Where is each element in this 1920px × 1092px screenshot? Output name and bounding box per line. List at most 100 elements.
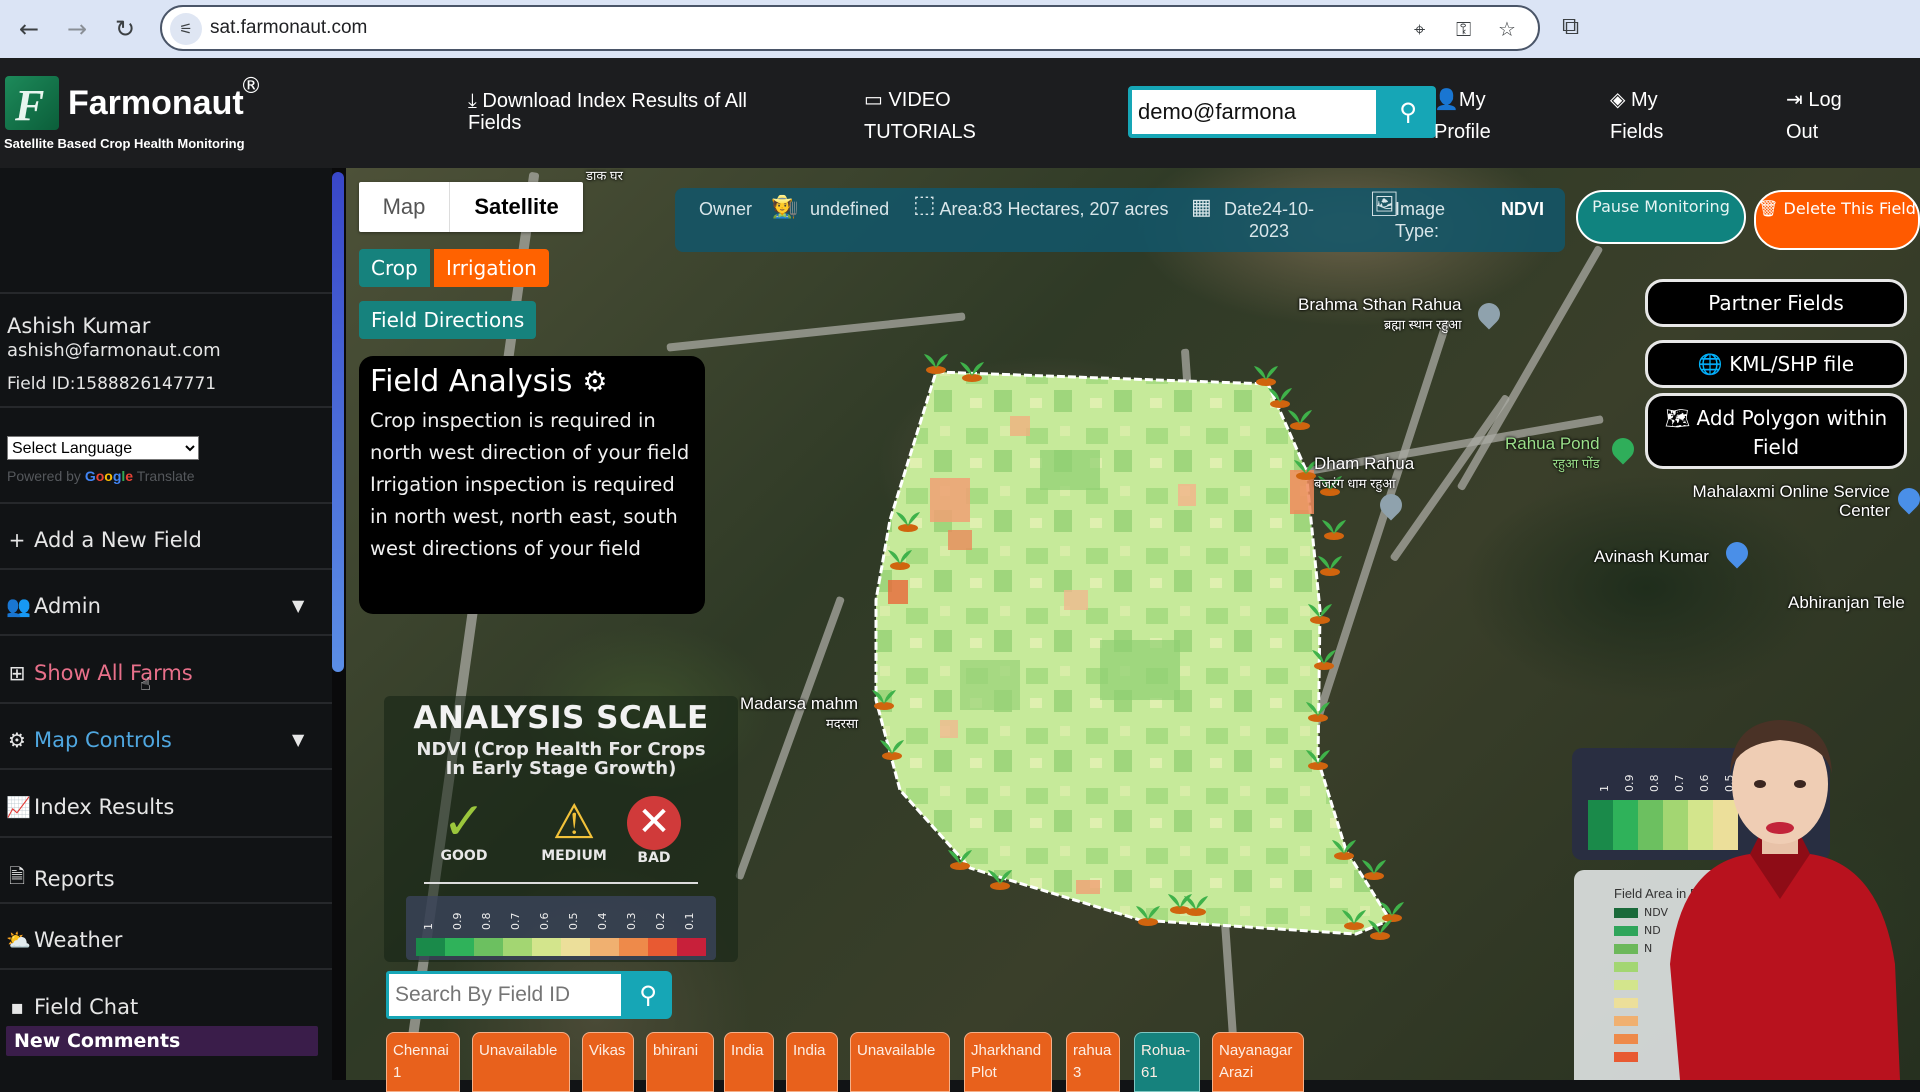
owner-label: Owner (699, 199, 753, 219)
delete-field-button[interactable]: 🗑 Delete This Field (1754, 190, 1920, 250)
seedling-marker-icon (1288, 410, 1312, 430)
owner-value: undefined (810, 199, 890, 219)
inset-color-swatch (1588, 800, 1613, 850)
field-tab[interactable]: Nayanagar Arazi (1212, 1032, 1304, 1092)
inset-tick-label: 0.9 (1623, 774, 1636, 793)
field-tab[interactable]: rahua 3 (1066, 1032, 1120, 1092)
map-label-mahalaxmi[interactable]: Mahalaxmi Online Service Center (1660, 482, 1890, 520)
add-polygon-button[interactable]: 🗺 Add Polygon within Field (1645, 393, 1907, 469)
map-type-satellite-button[interactable]: Satellite (449, 182, 583, 232)
legend-swatch (1614, 1016, 1638, 1026)
scale-color-swatch (561, 938, 590, 956)
field-tab[interactable]: Chennai 1 (386, 1032, 460, 1092)
field-tab[interactable]: bhirani (646, 1032, 714, 1092)
farmer-avatar-icon: 🧑‍🌾 (771, 194, 799, 219)
map-label-rahua-pond[interactable]: Rahua Pond रहुआ पोंड (1505, 434, 1600, 472)
scale-color-swatch (445, 938, 474, 956)
legend-swatch (1614, 1052, 1638, 1062)
crop-tab[interactable]: Crop (359, 249, 430, 287)
field-tab[interactable]: India (724, 1032, 774, 1092)
field-id-search-input[interactable] (389, 974, 621, 1016)
field-info-bar: Owner 🧑‍🌾 undefined ⬚ Area:83 Hectares, … (675, 188, 1565, 252)
map-type-toggle: Map Satellite (359, 182, 583, 232)
rating-medium: ⚠ MEDIUM (534, 796, 614, 864)
image-type-value[interactable]: NDVI (1501, 198, 1544, 220)
analysis-scale-panel: ANALYSIS SCALE NDVI (Crop Health For Cro… (384, 696, 738, 962)
close-x-icon: ✕ (627, 796, 681, 850)
analysis-scale-subtitle: In Early Stage Growth) (445, 758, 677, 779)
field-tab[interactable]: Jharkhand Plot (964, 1032, 1052, 1092)
image-type-label: Image Type: (1395, 199, 1446, 241)
field-id-search-button[interactable]: ⚲ (624, 971, 672, 1019)
image-date: Date24-10-2023 (1223, 199, 1315, 241)
map-label-brahma-sthan[interactable]: Brahma Sthan Rahua ब्रह्मा स्थान रहुआ (1298, 295, 1462, 333)
legend-swatch (1614, 944, 1638, 954)
legend-swatch (1614, 926, 1638, 936)
analysis-scale-subtitle: NDVI (Crop Health For Crops (416, 739, 706, 760)
inset-color-swatch (1613, 800, 1638, 850)
map-label-abhiranjan[interactable]: Abhiranjan Tele (1788, 593, 1905, 613)
irrigation-tab[interactable]: Irrigation (434, 249, 549, 287)
map-label-avinash-kumar[interactable]: Avinash Kumar (1594, 547, 1709, 567)
seedling-marker-icon (1318, 556, 1342, 576)
scale-tick-label: 0.7 (509, 912, 522, 931)
scale-color-swatch (503, 938, 532, 956)
partner-fields-button[interactable]: Partner Fields (1645, 279, 1907, 327)
globe-icon: 🌐 (1697, 352, 1730, 376)
map-label-post-office[interactable]: डाक घर (586, 166, 623, 184)
trash-icon: 🗑 (1758, 199, 1784, 218)
scale-range-line (424, 882, 698, 884)
checkmark-icon: ✓ (442, 792, 486, 852)
irrigation-inspection-text: Irrigation inspection is required in nor… (370, 473, 678, 560)
field-id-search-box[interactable] (386, 971, 624, 1019)
field-tab[interactable]: Unavailable (850, 1032, 950, 1092)
scale-tick-label: 0.6 (538, 912, 551, 931)
field-tab[interactable]: Vikas (582, 1032, 634, 1092)
field-area: Area:83 Hectares, 207 acres (939, 199, 1169, 219)
ndvi-color-scale: 1 0.9 0.8 0.7 0.6 0.5 0.4 0.3 0.2 0.1 (406, 896, 716, 960)
field-directions-button[interactable]: Field Directions (359, 301, 537, 339)
scale-color-swatch (590, 938, 619, 956)
field-analysis-panel: Field Analysis ⚙ Crop inspection is requ… (359, 356, 705, 614)
map-pin-icon: 🗺 (1664, 406, 1697, 430)
field-tab[interactable]: Unavailable (472, 1032, 570, 1092)
legend-swatch (1614, 962, 1638, 972)
legend-swatch (1614, 980, 1638, 990)
presenter-video-avatar[interactable] (1640, 714, 1920, 1080)
scale-tick-label: 0.5 (567, 912, 580, 931)
field-tab[interactable]: Rohua- 61 (1134, 1032, 1200, 1092)
field-tab[interactable]: India (786, 1032, 838, 1092)
seedling-marker-icon (924, 354, 948, 374)
map-label-dham-rahua[interactable]: Dham Rahua बजरंग धाम रहुआ (1314, 454, 1414, 492)
calendar-icon: ▦ (1191, 194, 1212, 219)
map-type-map-button[interactable]: Map (359, 182, 449, 232)
scale-tick-label: 1 (422, 923, 435, 930)
rating-bad: ✕ BAD (614, 796, 694, 866)
inset-tick-label: 1 (1598, 785, 1611, 792)
field-analysis-title: Field Analysis ⚙ (370, 364, 608, 399)
map-label-madarsa[interactable]: Madarsa mahm मदरसा (740, 694, 858, 732)
area-bounds-icon: ⬚ (913, 191, 936, 218)
search-icon: ⚲ (639, 981, 657, 1009)
satellite-analysis-icon: ⚙ (582, 365, 608, 398)
scale-tick-label: 0.8 (480, 912, 493, 931)
legend-swatch (1614, 998, 1638, 1008)
scale-tick-label: 0.3 (625, 912, 638, 931)
scale-tick-label: 0.1 (683, 912, 696, 931)
seedling-marker-icon (1322, 520, 1346, 540)
crop-inspection-text: Crop inspection is required in north wes… (370, 409, 690, 464)
scale-color-swatch (619, 938, 648, 956)
scale-tick-label: 0.4 (596, 912, 609, 931)
pause-monitoring-button[interactable]: Pause Monitoring (1576, 190, 1746, 244)
scale-color-swatch (416, 938, 445, 956)
seedling-marker-icon (1362, 860, 1386, 880)
scale-color-swatch (677, 938, 706, 956)
kml-shp-file-button[interactable]: 🌐 KML/SHP file (1645, 340, 1907, 388)
rating-good: ✓ GOOD (424, 796, 504, 864)
legend-swatch (1614, 1034, 1638, 1044)
scale-color-swatch (648, 938, 677, 956)
legend-swatch (1614, 908, 1638, 918)
warning-icon: ⚠ (552, 794, 596, 850)
analysis-scale-title: ANALYSIS SCALE (413, 700, 709, 736)
scale-tick-label: 0.2 (654, 912, 667, 931)
